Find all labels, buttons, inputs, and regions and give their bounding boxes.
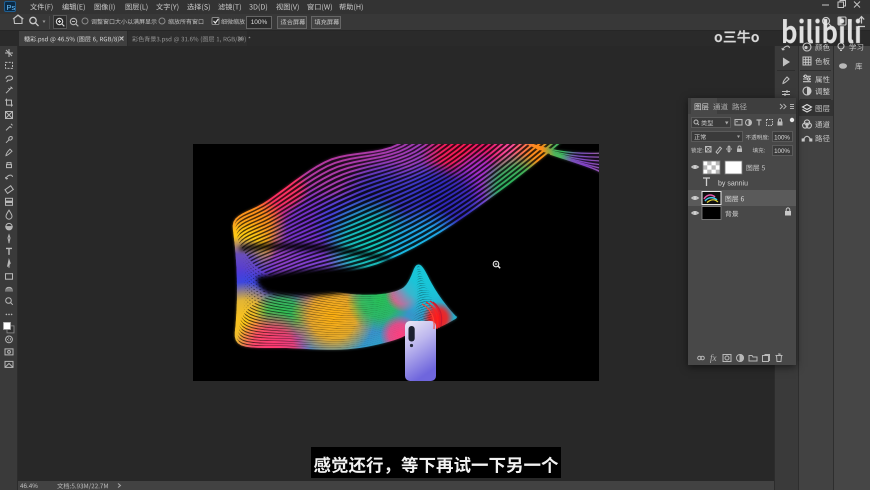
svg-text:100%: 100% bbox=[774, 134, 790, 141]
svg-text:fx: fx bbox=[710, 353, 717, 363]
svg-text:100%: 100% bbox=[774, 148, 790, 155]
svg-text:46.4%: 46.4% bbox=[20, 483, 38, 490]
svg-text:by sanniu: by sanniu bbox=[718, 181, 748, 188]
svg-text:100%: 100% bbox=[251, 19, 268, 26]
svg-text:Ps: Ps bbox=[7, 3, 16, 12]
